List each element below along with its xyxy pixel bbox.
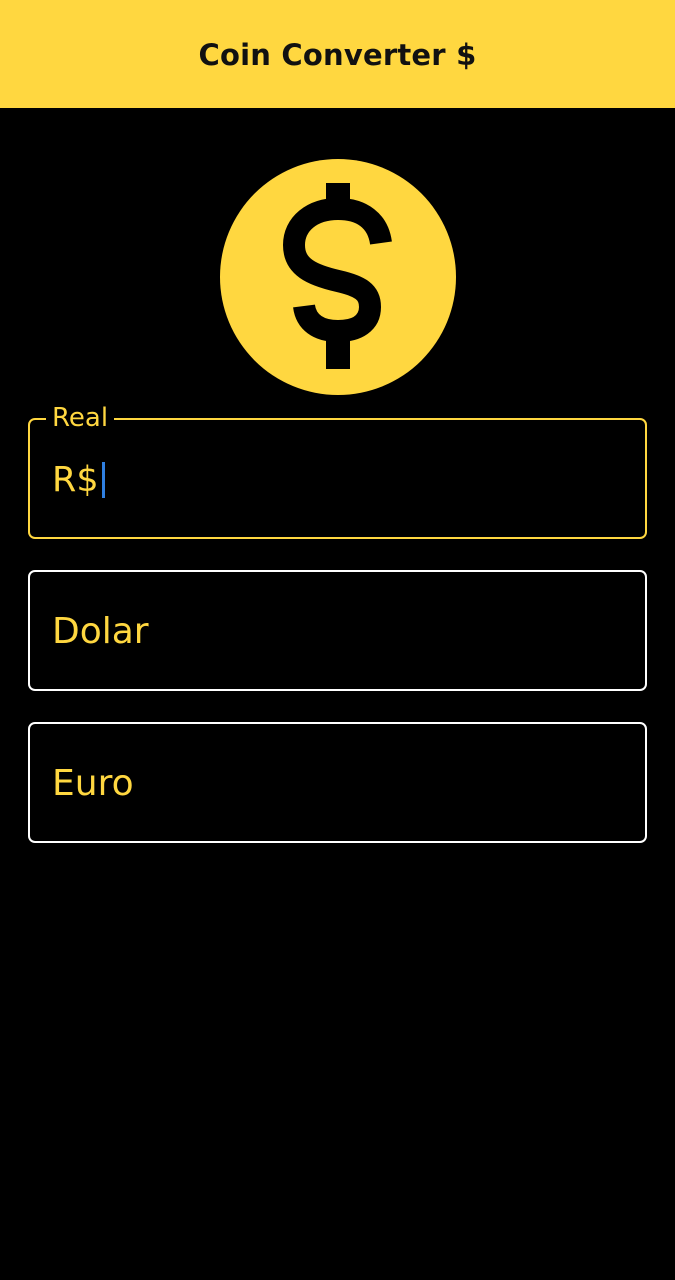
app-screen: Coin Converter $ Real R$ Dolar Euro (0, 0, 675, 1280)
dollar-coin-icon (220, 159, 456, 395)
euro-field-label: Euro (52, 763, 134, 804)
app-bar-title: Coin Converter $ (198, 38, 477, 72)
dolar-field-label: Dolar (52, 611, 149, 652)
real-prefix: R$ (52, 460, 99, 500)
app-bar: Coin Converter $ (0, 0, 675, 108)
text-caret (101, 462, 105, 498)
real-field[interactable]: Real R$ (28, 403, 647, 539)
dolar-field[interactable]: Dolar (28, 570, 647, 691)
euro-field[interactable]: Euro (28, 722, 647, 843)
real-input[interactable]: R$ (52, 458, 105, 502)
real-field-label: Real (46, 403, 115, 433)
